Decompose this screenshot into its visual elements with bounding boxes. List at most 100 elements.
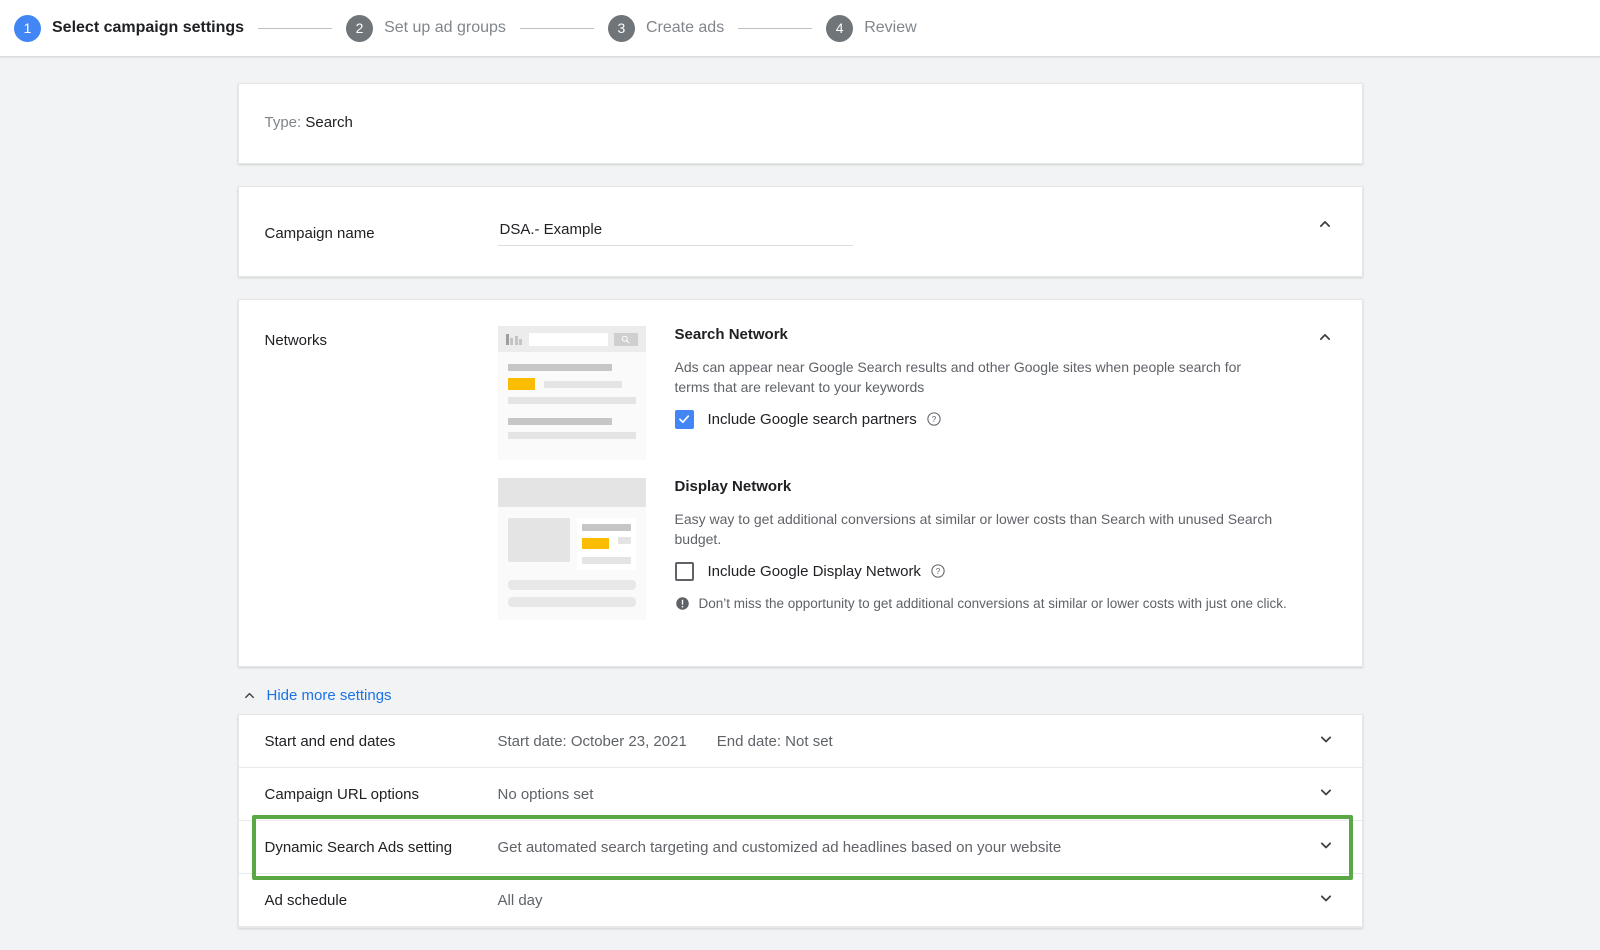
campaign-type-line: Type: Search [265, 114, 1336, 131]
search-network-title: Search Network [674, 326, 788, 343]
stepper-connector-1 [258, 27, 333, 29]
stepper-step-1[interactable]: 1 Select campaign settings [14, 14, 245, 42]
settings-row-ad-schedule[interactable]: Ad schedule All day [238, 874, 1362, 927]
campaign-url-options-value: No options set [497, 785, 594, 803]
search-network-block: Search Network Ads can appear near Googl… [497, 326, 1336, 460]
stepper-connector-3 [738, 27, 813, 29]
display-page-header-mock [497, 478, 646, 507]
settings-row-start-end-dates[interactable]: Start and end dates Start date: October … [238, 715, 1362, 768]
checkmark-icon [679, 415, 690, 424]
more-settings-card: Start and end dates Start date: October … [237, 714, 1363, 928]
chevron-down-icon [1320, 735, 1331, 742]
ad-schedule-label: Ad schedule [264, 891, 348, 909]
stepper-step-4-label: Review [864, 19, 917, 36]
display-network-warning: Don’t miss the opportunity to get additi… [675, 594, 1336, 616]
display-ad-row [581, 537, 631, 550]
serp-result-title-bar-2 [507, 418, 613, 425]
display-network-thumbnail [497, 478, 646, 620]
display-image-placeholder [507, 518, 570, 562]
display-network-block: Display Network Easy way to get addition… [497, 478, 1336, 620]
networks-collapse-button[interactable] [1312, 324, 1338, 350]
campaign-name-collapse-button[interactable] [1312, 211, 1338, 237]
networks-card: Networks Search Network Ads can appear n… [237, 299, 1363, 667]
stepper-step-4[interactable]: 4 Review [826, 14, 917, 42]
help-circle-icon-display[interactable]: ? [930, 563, 946, 579]
campaign-creation-stepper: 1 Select campaign settings 2 Set up ad g… [0, 0, 1600, 57]
display-content-pill-2 [507, 597, 636, 607]
help-circle-icon[interactable]: ? [926, 411, 942, 427]
stepper-step-2-number: 2 [346, 14, 374, 42]
display-network-checkbox[interactable] [674, 561, 694, 581]
networks-label: Networks [264, 332, 328, 349]
display-ad-line-bar [617, 537, 631, 544]
serp-result-line-bar-2 [507, 432, 636, 439]
serp-ad-line-bar [543, 380, 622, 388]
campaign-name-label: Campaign name [264, 225, 375, 242]
hide-more-settings-label: Hide more settings [266, 687, 392, 704]
display-ad-badge [581, 538, 609, 549]
exclamation-circle-icon [675, 596, 690, 616]
start-end-dates-expand-button[interactable] [1316, 729, 1336, 754]
serp-logo-icon [505, 333, 522, 345]
stepper-step-1-label: Select campaign settings [52, 19, 245, 36]
chevron-down-icon-url [1320, 788, 1331, 795]
display-ad-line-bar-2 [581, 557, 631, 564]
campaign-type-label: Type: [264, 114, 302, 131]
display-ad-title-bar [581, 524, 631, 531]
search-partners-checkbox[interactable] [674, 409, 694, 429]
chevron-up-icon-more-settings [244, 692, 254, 699]
display-content-pill-1 [507, 580, 636, 590]
chevron-up-icon [1319, 221, 1330, 227]
search-partners-checkbox-label: Include Google search partners [707, 410, 917, 428]
display-page-body-mock [498, 507, 646, 620]
serp-search-bar [497, 326, 646, 352]
hide-more-settings-toggle[interactable]: Hide more settings [242, 687, 1363, 704]
start-end-dates-label: Start and end dates [264, 732, 396, 750]
campaign-name-card: Campaign name DSA.- Example [237, 186, 1363, 277]
ad-schedule-expand-button[interactable] [1316, 888, 1336, 913]
campaign-url-options-expand-button[interactable] [1316, 782, 1336, 807]
start-date-value: Start date: October 23, 2021 [497, 732, 687, 750]
settings-row-dynamic-search-ads[interactable]: Dynamic Search Ads setting Get automated… [238, 821, 1362, 874]
display-network-checkbox-row: Include Google Display Network ? [674, 561, 1336, 581]
serp-ad-row [507, 378, 636, 390]
stepper-step-3[interactable]: 3 Create ads [607, 14, 725, 42]
stepper-step-4-number: 4 [826, 14, 854, 42]
stepper-step-1-number: 1 [14, 14, 41, 42]
stepper-connector-2 [519, 27, 594, 29]
ad-schedule-value: All day [497, 891, 543, 909]
stepper-step-3-number: 3 [607, 14, 635, 42]
stepper-step-3-label: Create ads [645, 19, 725, 36]
serp-result-title-bar [507, 364, 613, 371]
display-network-warning-text: Don’t miss the opportunity to get additi… [698, 595, 1287, 611]
campaign-name-field[interactable]: DSA.- Example [497, 215, 853, 246]
search-network-thumbnail [497, 326, 646, 460]
campaign-name-input[interactable]: DSA.- Example [497, 215, 853, 246]
chevron-down-icon-dsa [1320, 841, 1331, 848]
search-partners-checkbox-row: Include Google search partners ? [674, 409, 1336, 429]
serp-results-mock [498, 352, 646, 460]
display-network-title: Display Network [674, 478, 792, 495]
dynamic-search-ads-label: Dynamic Search Ads setting [264, 838, 453, 856]
search-icon [621, 335, 630, 343]
display-ad-card-mock [576, 518, 636, 570]
stepper-step-2-label: Set up ad groups [384, 19, 506, 36]
search-network-description: Ads can appear near Google Search result… [674, 359, 1242, 396]
campaign-type-value: Search [305, 114, 353, 131]
campaign-type-card: Type: Search [237, 83, 1363, 164]
serp-result-line-bar-1 [507, 397, 636, 404]
campaign-url-options-label: Campaign URL options [264, 785, 420, 803]
svg-text:?: ? [936, 567, 941, 576]
campaign-settings-content: Type: Search Campaign name DSA.- Example… [0, 57, 1600, 928]
serp-search-button-mock [613, 332, 638, 346]
serp-search-input-mock [529, 332, 608, 346]
stepper-step-2[interactable]: 2 Set up ad groups [346, 14, 506, 42]
dynamic-search-ads-expand-button[interactable] [1316, 835, 1336, 860]
display-network-description: Easy way to get additional conversions a… [674, 511, 1273, 548]
dynamic-search-ads-value: Get automated search targeting and custo… [497, 838, 1062, 856]
serp-ad-badge [507, 378, 535, 390]
svg-text:?: ? [932, 415, 937, 424]
end-date-value: End date: Not set [716, 732, 833, 750]
settings-row-campaign-url-options[interactable]: Campaign URL options No options set [238, 768, 1362, 821]
chevron-up-icon-networks [1319, 334, 1330, 340]
